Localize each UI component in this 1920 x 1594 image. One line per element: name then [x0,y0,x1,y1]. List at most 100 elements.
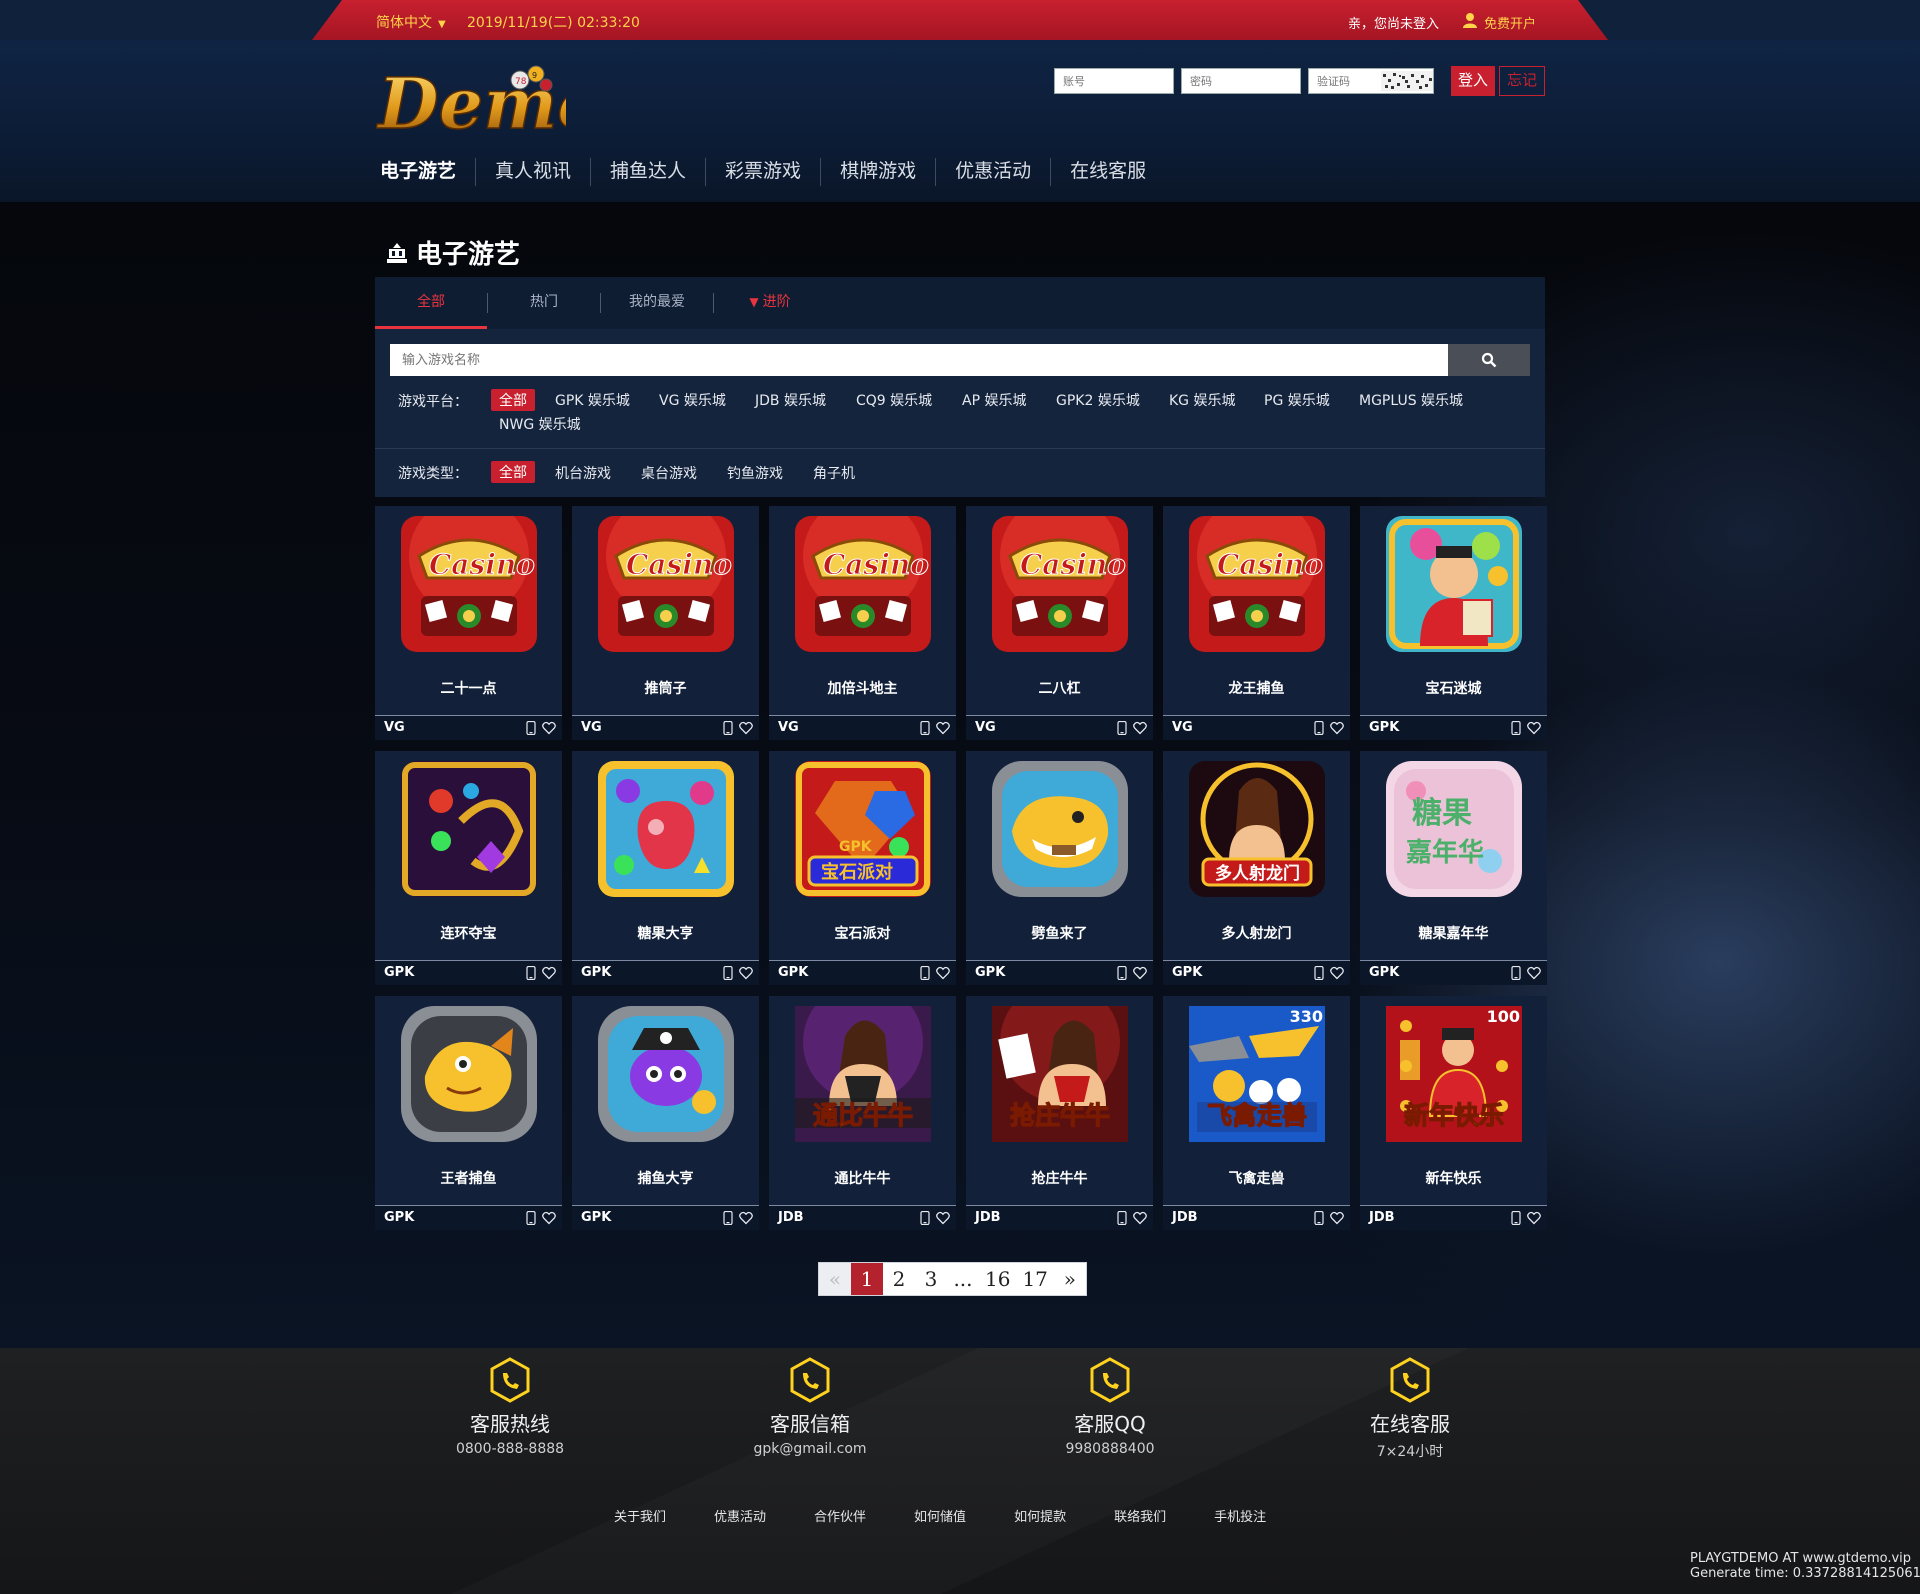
footer-link-contact[interactable]: 联络我们 [1114,1506,1166,1525]
game-card[interactable]: 宝石迷城 GPK [1360,506,1547,740]
footer-link-promotions[interactable]: 优惠活动 [714,1506,766,1525]
type-option-table[interactable]: 桌台游戏 [641,463,697,483]
game-card[interactable]: GPK 宝石派对 宝石派对 GPK [769,751,956,985]
heart-icon[interactable] [936,721,950,735]
footer-link-deposit[interactable]: 如何储值 [914,1506,966,1525]
nav-item-slots[interactable]: 电子游艺 [376,158,475,186]
mobile-icon [723,721,733,735]
platform-option-gpk[interactable]: GPK 娱乐城 [555,390,630,410]
page-button-current[interactable]: 1 [851,1263,883,1295]
heart-icon[interactable] [936,966,950,980]
page-button[interactable]: 2 [883,1263,915,1295]
nav-item-support[interactable]: 在线客服 [1050,158,1165,186]
game-card[interactable]: 糖果 嘉年华 糖果嘉年华 GPK [1360,751,1547,985]
heart-icon[interactable] [1330,966,1344,980]
game-card[interactable]: Casino 推筒子 VG [572,506,759,740]
game-card[interactable]: Casino 二十一点 VG [375,506,562,740]
game-card[interactable]: 通比牛牛 通比牛牛 JDB [769,996,956,1230]
page-button[interactable]: 3 [915,1263,947,1295]
language-selector[interactable]: 简体中文 ▼ [376,12,446,32]
tab-favorites[interactable]: 我的最爱 [601,277,713,329]
prev-page-button[interactable]: « [819,1263,851,1295]
platform-option-gpk2[interactable]: GPK2 娱乐城 [1056,390,1140,410]
mobile-icon [920,1211,930,1225]
game-card[interactable]: Casino 龙王捕鱼 VG [1163,506,1350,740]
heart-icon[interactable] [739,1211,753,1225]
nav-item-lottery[interactable]: 彩票游戏 [705,158,820,186]
captcha-image[interactable] [1381,71,1433,91]
heart-icon[interactable] [1133,721,1147,735]
game-card[interactable]: 多人射龙门 多人射龙门 GPK [1163,751,1350,985]
mobile-icon [1511,1211,1521,1225]
game-card[interactable]: 新年快乐 100 新年快乐 JDB [1360,996,1547,1230]
forgot-password-button[interactable]: 忘记 [1499,66,1545,96]
tab-advanced[interactable]: ▼ 进阶 [714,277,826,329]
heart-icon[interactable] [1133,966,1147,980]
platform-option-cq9[interactable]: CQ9 娱乐城 [856,390,932,410]
heart-icon[interactable] [1527,1211,1541,1225]
account-input[interactable] [1054,68,1174,94]
heart-icon[interactable] [1527,721,1541,735]
heart-icon[interactable] [542,721,556,735]
type-option-all[interactable]: 全部 [491,461,535,483]
footer-link-withdraw[interactable]: 如何提款 [1014,1506,1066,1525]
heart-icon[interactable] [542,966,556,980]
register-link[interactable]: 免费开户 [1484,13,1536,32]
heart-icon[interactable] [936,1211,950,1225]
game-name: 龙王捕鱼 [1228,681,1285,697]
heart-icon[interactable] [1330,721,1344,735]
nav-item-live-casino[interactable]: 真人视讯 [475,158,590,186]
page-button[interactable]: 17 [1016,1263,1053,1295]
contact-email[interactable]: 客服信箱 gpk@gmail.com [700,1356,920,1457]
page-button[interactable]: 16 [979,1263,1016,1295]
contact-online-support[interactable]: 在线客服 7×24小时 [1300,1356,1520,1461]
game-card[interactable]: 抢庄牛牛 抢庄牛牛 JDB [966,996,1153,1230]
type-option-machine[interactable]: 机台游戏 [555,463,611,483]
heart-icon[interactable] [739,721,753,735]
game-card[interactable]: 飞禽走兽 330 飞禽走兽 JDB [1163,996,1350,1230]
search-button[interactable] [1448,344,1530,376]
platform-option-vg[interactable]: VG 娱乐城 [659,390,726,410]
platform-option-kg[interactable]: KG 娱乐城 [1169,390,1235,410]
footer-link-about[interactable]: 关于我们 [614,1506,666,1525]
heart-icon[interactable] [1527,966,1541,980]
login-button[interactable]: 登入 [1451,66,1495,96]
game-platform: GPK [384,1210,415,1225]
game-name: 多人射龙门 [1221,926,1292,942]
search-icon [1481,352,1497,368]
game-card[interactable]: 劈鱼来了 GPK [966,751,1153,985]
platform-option-nwg[interactable]: NWG 娱乐城 [499,414,581,434]
game-card[interactable]: 王者捕鱼 GPK [375,996,562,1230]
platform-option-pg[interactable]: PG 娱乐城 [1264,390,1330,410]
password-input[interactable] [1181,68,1301,94]
contact-hotline[interactable]: 客服热线 0800-888-8888 [400,1356,620,1457]
type-option-fishing[interactable]: 钓鱼游戏 [727,463,783,483]
tab-hot[interactable]: 热门 [488,277,600,329]
game-search-input[interactable] [390,344,1448,376]
game-name: 劈鱼来了 [1031,926,1088,942]
heart-icon[interactable] [1330,1211,1344,1225]
nav-item-card-games[interactable]: 棋牌游戏 [820,158,935,186]
platform-option-all[interactable]: 全部 [491,389,535,411]
site-logo[interactable]: Demo 78 9 [376,54,566,144]
birds-beasts-icon: 飞禽走兽 330 [1189,1006,1325,1142]
game-card[interactable]: Casino 二八杠 VG [966,506,1153,740]
footer-link-mobile[interactable]: 手机投注 [1214,1506,1266,1525]
game-card[interactable]: 连环夺宝 GPK [375,751,562,985]
platform-option-mgplus[interactable]: MGPLUS 娱乐城 [1359,390,1463,410]
game-card[interactable]: 糖果大亨 GPK [572,751,759,985]
heart-icon[interactable] [739,966,753,980]
heart-icon[interactable] [1133,1211,1147,1225]
game-card[interactable]: Casino 加倍斗地主 VG [769,506,956,740]
type-option-slot[interactable]: 角子机 [813,463,855,483]
game-card[interactable]: 捕鱼大亨 GPK [572,996,759,1230]
platform-option-ap[interactable]: AP 娱乐城 [962,390,1026,410]
nav-item-promotions[interactable]: 优惠活动 [935,158,1050,186]
next-page-button[interactable]: » [1054,1263,1086,1295]
tab-all[interactable]: 全部 [375,277,487,329]
footer-link-partners[interactable]: 合作伙伴 [814,1506,866,1525]
contact-qq[interactable]: 客服QQ 9980888400 [1000,1356,1220,1457]
heart-icon[interactable] [542,1211,556,1225]
platform-option-jdb[interactable]: JDB 娱乐城 [755,390,826,410]
nav-item-fishing[interactable]: 捕鱼达人 [590,158,705,186]
